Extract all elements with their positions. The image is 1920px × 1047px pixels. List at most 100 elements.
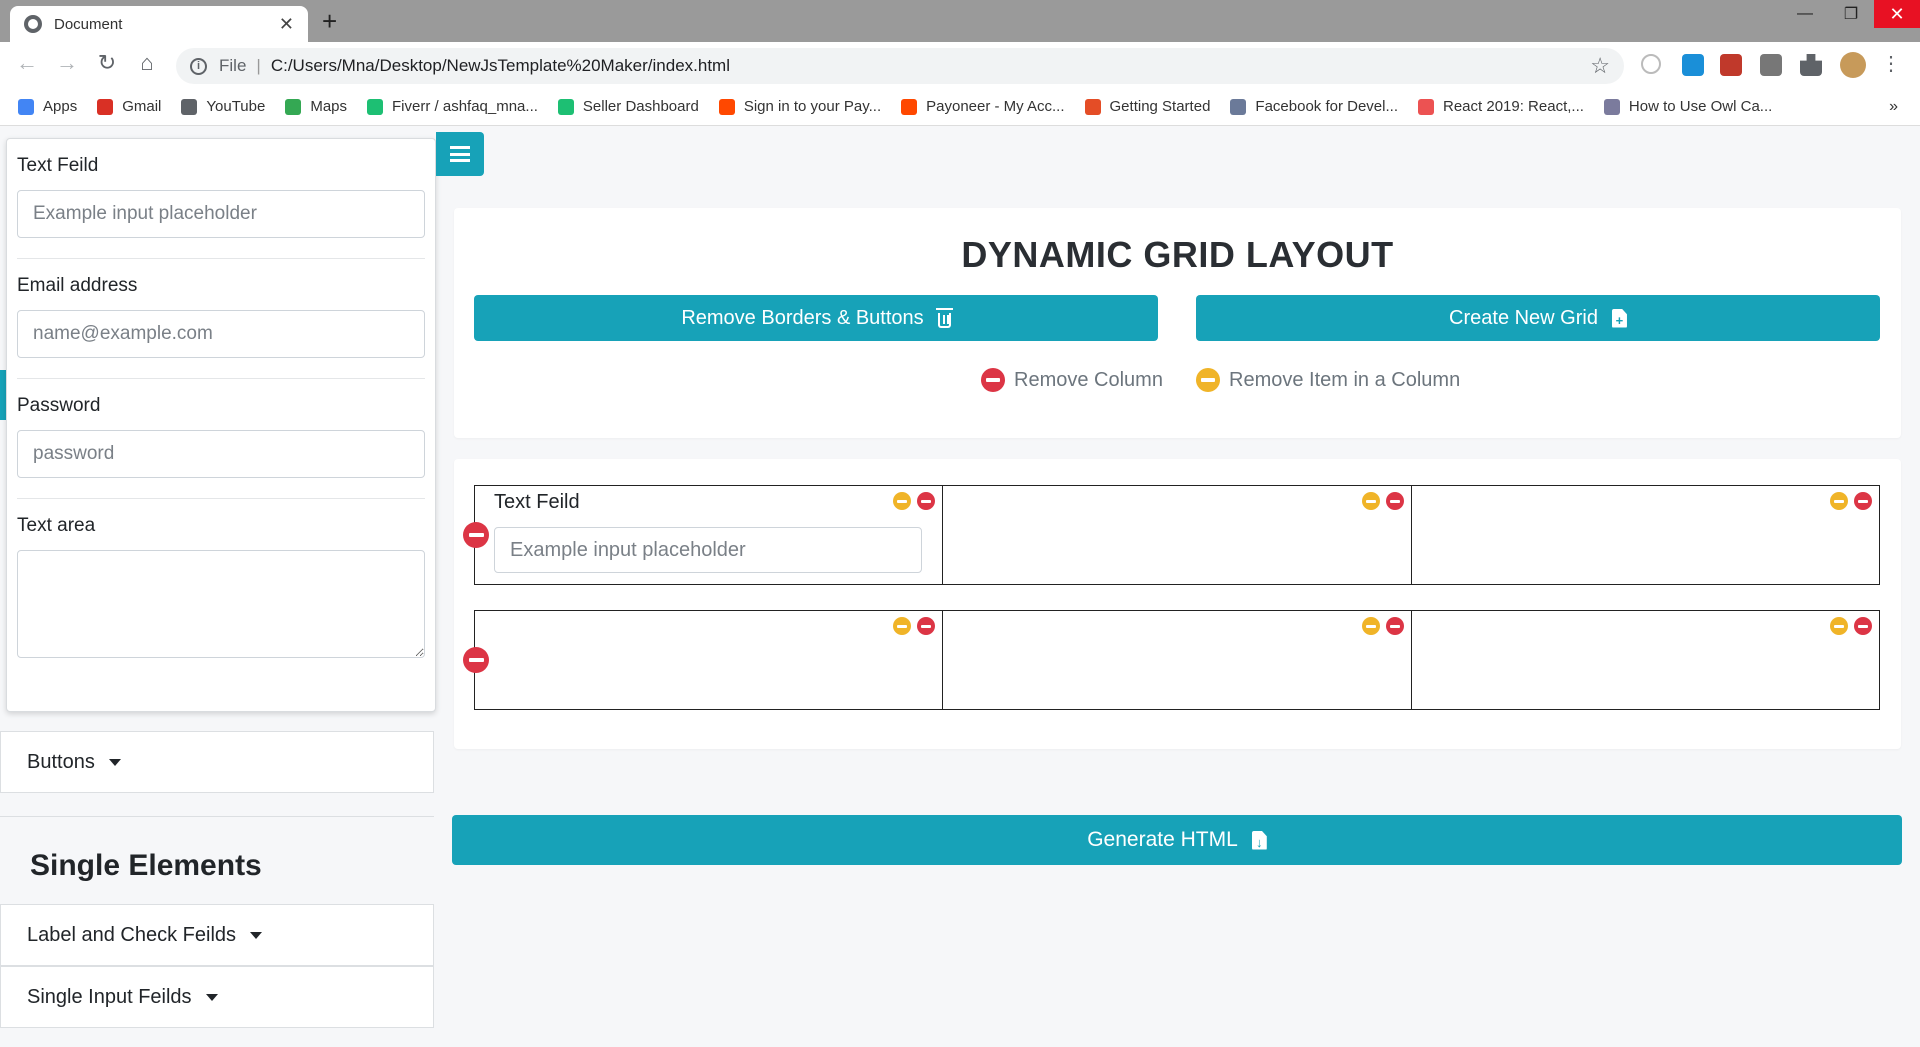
udemy-icon	[1418, 98, 1434, 115]
remove-item-icon[interactable]	[1361, 492, 1380, 510]
address-bar[interactable]: i File | C:/Users/Mna/Desktop/NewJsTempl…	[176, 48, 1624, 84]
remove-column-icon[interactable]	[917, 492, 936, 510]
generate-html-label: Generate HTML	[1087, 828, 1238, 851]
password-field-input[interactable]	[17, 430, 425, 478]
profile-avatar[interactable]	[1840, 52, 1866, 78]
remove-item-icon[interactable]	[1829, 617, 1848, 635]
bookmark-label: Facebook for Devel...	[1255, 98, 1398, 115]
grid-column[interactable]	[1412, 486, 1879, 584]
bookmark-item[interactable]: React 2019: React,...	[1418, 98, 1584, 115]
remove-item-icon[interactable]	[893, 617, 912, 635]
fb-text-icon	[1230, 98, 1247, 115]
info-icon[interactable]: i	[190, 57, 207, 75]
sidebar-toggle-button[interactable]	[436, 132, 484, 176]
text-field-label: Text Feild	[17, 155, 99, 176]
bookmark-item[interactable]: Sign in to your Pay...	[718, 98, 882, 115]
grid-column[interactable]	[475, 611, 944, 709]
remove-item-icon[interactable]	[893, 492, 912, 510]
sidebar: Text Feild Email address Password Text a…	[0, 127, 436, 1047]
caret-down-icon	[250, 931, 263, 939]
grid-text-field-input[interactable]	[494, 527, 922, 573]
sidebar-item-single-input-fields[interactable]: Single Input Feilds	[0, 966, 434, 1028]
bookmarks-more-icon[interactable]: »	[1889, 98, 1898, 116]
legend-remove-item-label: Remove Item in a Column	[1229, 368, 1461, 391]
bookmark-item[interactable]: Maps	[285, 98, 347, 115]
bookmark-item[interactable]: Apps	[18, 98, 77, 115]
bookmark-item[interactable]: Gmail	[97, 98, 161, 115]
bookmark-label: Sign in to your Pay...	[743, 98, 882, 115]
bookmark-label: Payoneer - My Acc...	[926, 98, 1065, 115]
reload-icon[interactable]: ↻	[92, 50, 122, 76]
remove-item-icon[interactable]	[1829, 492, 1848, 510]
column-controls	[1361, 492, 1404, 510]
browser-tab[interactable]: Document ✕	[10, 6, 308, 42]
remove-borders-button[interactable]: Remove Borders & Buttons	[474, 295, 1158, 341]
grid-column[interactable]	[1412, 611, 1879, 709]
column-controls	[1829, 617, 1872, 635]
grid-column[interactable]	[943, 486, 1412, 584]
forward-arrow-icon[interactable]: →	[52, 50, 82, 76]
sidebar-item-label: Label and Check Feilds	[27, 923, 237, 946]
remove-borders-label: Remove Borders & Buttons	[681, 306, 924, 329]
sidebar-item-buttons[interactable]: Buttons	[0, 731, 434, 793]
bookmark-label: Gmail	[122, 98, 162, 115]
remove-column-icon[interactable]	[1853, 617, 1872, 635]
password-field-label: Password	[17, 395, 101, 416]
generate-html-button[interactable]: Generate HTML ↓	[452, 815, 1902, 865]
payoneer-icon	[718, 98, 735, 115]
remove-column-icon[interactable]	[1385, 492, 1404, 510]
window-close-icon[interactable]: ✕	[1874, 0, 1920, 28]
extension-clock-icon[interactable]	[1641, 54, 1661, 74]
url-separator: |	[256, 56, 261, 75]
remove-column-icon[interactable]	[917, 617, 936, 635]
remove-row-icon[interactable]	[463, 522, 489, 548]
text-field-input[interactable]	[17, 190, 425, 238]
minimize-icon[interactable]: —	[1782, 0, 1828, 28]
bookmark-item[interactable]: Payoneer - My Acc...	[901, 98, 1065, 115]
extensions-puzzle-icon[interactable]	[1800, 54, 1822, 76]
bookmark-item[interactable]: Facebook for Devel...	[1230, 98, 1398, 115]
bookmark-item[interactable]: How to Use Owl Ca...	[1603, 98, 1773, 115]
extension-tb-icon[interactable]	[1760, 54, 1782, 76]
textarea-field-label: Text area	[17, 515, 96, 536]
sidebar-item-label-check-fields[interactable]: Label and Check Feilds	[0, 904, 434, 966]
remove-column-icon[interactable]	[1853, 492, 1872, 510]
fiverr-icon	[367, 98, 384, 115]
home-icon[interactable]: ⌂	[132, 50, 162, 76]
extension-chart-icon[interactable]	[1720, 54, 1742, 76]
new-tab-plus-icon[interactable]: +	[322, 6, 337, 37]
extension-screenshot-icon[interactable]	[1682, 54, 1704, 76]
close-icon[interactable]: ✕	[279, 14, 294, 35]
url-text[interactable]: C:/Users/Mna/Desktop/NewJsTemplate%20Mak…	[271, 56, 1590, 76]
grid-row	[463, 610, 1880, 710]
bookmark-label: Seller Dashboard	[582, 98, 699, 115]
remove-column-icon[interactable]	[1385, 617, 1404, 635]
bookmarks-bar: Apps Gmail YouTube Maps Fiverr / ashfaq_mna.…	[0, 88, 1920, 126]
back-arrow-icon[interactable]: ←	[12, 50, 42, 76]
apps-grid-icon	[18, 98, 34, 115]
fiverr-icon	[557, 98, 574, 115]
bookmark-label: How to Use Owl Ca...	[1628, 98, 1773, 115]
bookmark-star-icon[interactable]: ☆	[1590, 53, 1610, 79]
bookmark-item[interactable]: YouTube	[181, 98, 265, 115]
remove-row-icon[interactable]	[463, 647, 489, 673]
legend-remove-column: Remove Column	[981, 368, 1163, 392]
grid-column[interactable]	[943, 611, 1412, 709]
menu-dots-icon[interactable]: ⋮	[1876, 51, 1906, 76]
bookmark-item[interactable]: Seller Dashboard	[557, 98, 699, 115]
restore-icon[interactable]: ❐	[1828, 0, 1874, 28]
remove-item-icon[interactable]	[1361, 617, 1380, 635]
maps-icon	[285, 98, 302, 115]
textarea-field-input[interactable]	[17, 550, 425, 658]
sidebar-item-label: Buttons	[27, 750, 95, 773]
globe-icon	[24, 15, 42, 33]
browser-toolbar: ← → ↻ ⌂ i File | C:/Users/Mna/Desktop/Ne…	[0, 42, 1920, 88]
email-field-input[interactable]	[17, 310, 425, 358]
remove-item-icon	[1196, 368, 1220, 392]
browser-titlebar: Document ✕ + — ❐ ✕	[0, 0, 1920, 42]
bookmark-item[interactable]: Fiverr / ashfaq_mna...	[367, 98, 538, 115]
bookmark-item[interactable]: Getting Started	[1084, 98, 1210, 115]
grid-column[interactable]: Text Feild	[475, 486, 944, 584]
create-new-grid-button[interactable]: Create New Grid +	[1196, 295, 1880, 341]
bookmark-label: Fiverr / ashfaq_mna...	[392, 98, 538, 115]
